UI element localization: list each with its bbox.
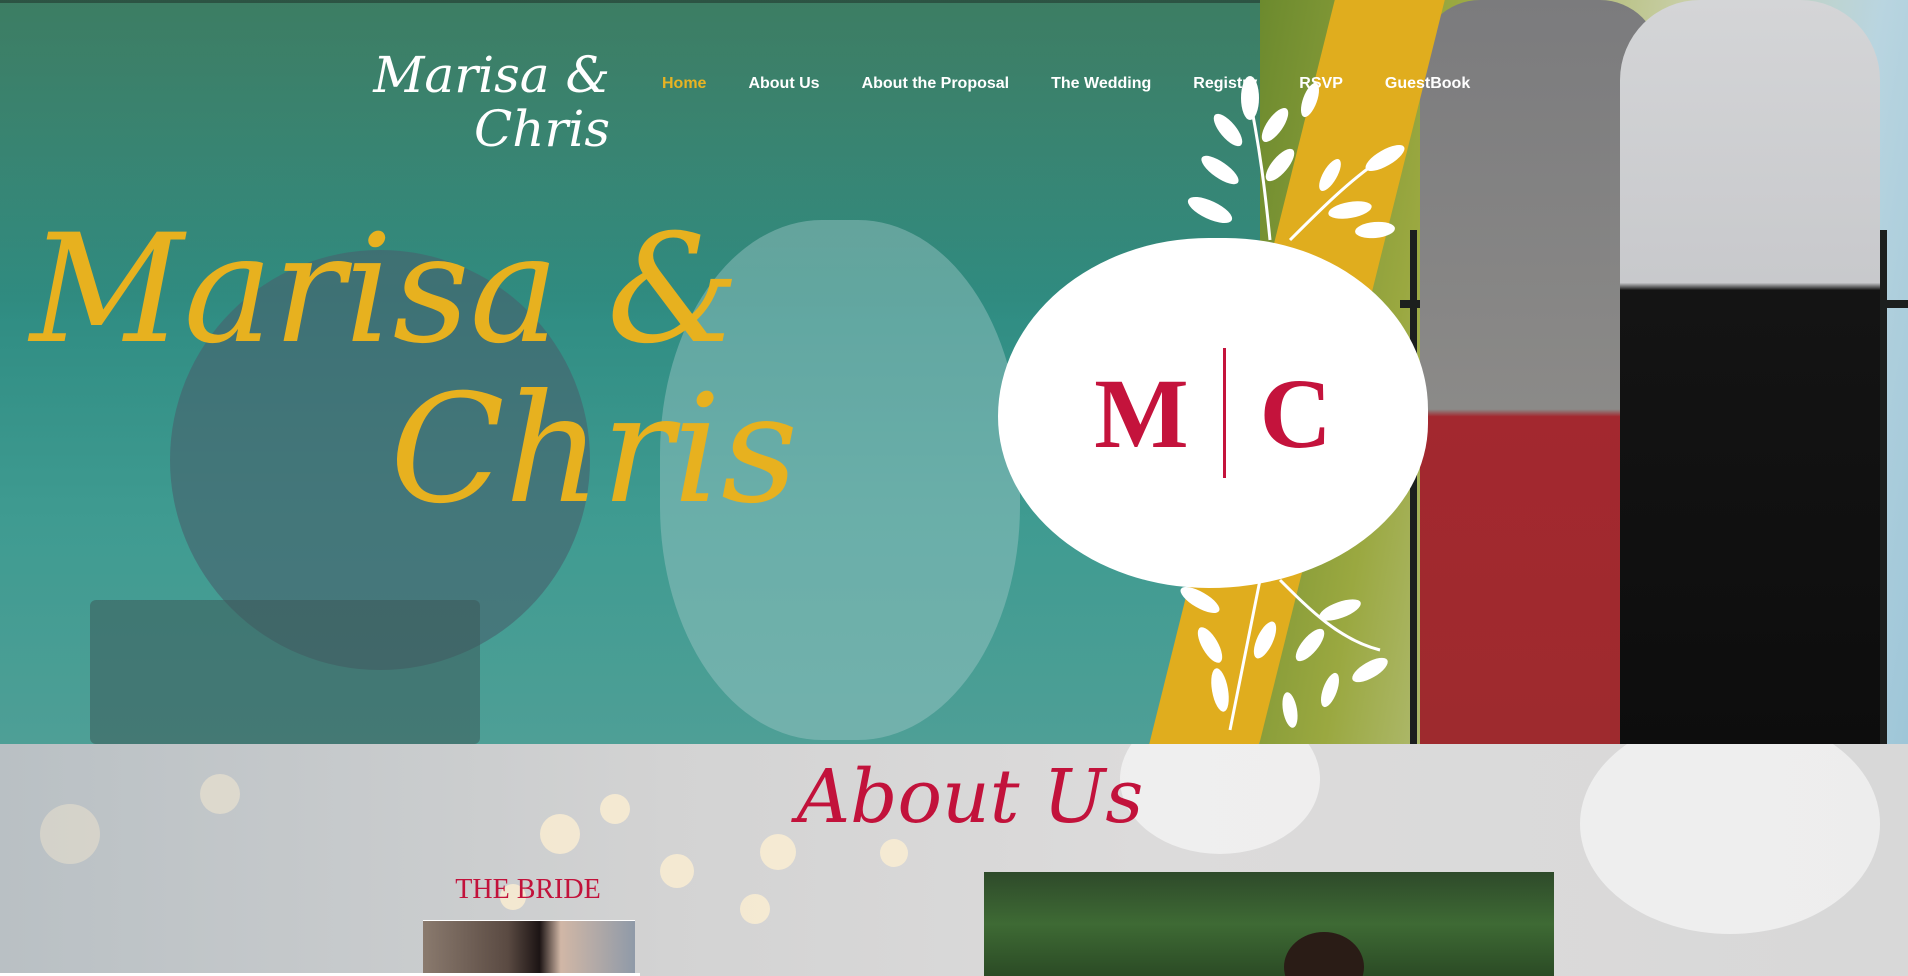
site-logo-line1: Marisa & [373,46,610,104]
bokeh-light [540,814,580,854]
hero-title: Marisa & Chris [30,210,830,530]
bokeh-light [880,839,908,867]
about-section: About Us THE BRIDE [0,744,1908,976]
nav-item-about-the-proposal[interactable]: About the Proposal [862,75,1010,93]
bride-photo [423,920,635,976]
bokeh-light [660,854,694,888]
bokeh-light [740,894,770,924]
site-logo[interactable]: Marisa & Chris [360,48,610,156]
nav-item-guestbook[interactable]: GuestBook [1385,75,1470,93]
groom-photo [984,872,1554,976]
about-title: About Us [796,754,1144,840]
nav-item-the-wedding[interactable]: The Wedding [1051,75,1151,93]
nav-item-registry[interactable]: Registry [1193,75,1257,93]
bokeh-light [40,804,100,864]
site-logo-line2: Chris [473,100,610,158]
monogram-letter-right: C [1259,357,1332,469]
nav-item-rsvp[interactable]: RSVP [1299,75,1343,93]
background-photo-crate [90,600,480,744]
monogram-badge: M C [998,238,1428,588]
monogram-divider [1222,348,1226,478]
fence-bar [1410,230,1417,744]
leaf-wreath-top-icon [1187,76,1405,242]
background-flower [1120,744,1320,854]
monogram-letter-left: M [1094,357,1189,469]
bride-label: THE BRIDE [455,874,601,905]
bokeh-light [200,774,240,814]
hero-section: M C Marisa & Chris Home About Us About t… [0,0,1908,744]
background-flower [1580,744,1880,934]
photo-person-bride [1620,0,1880,744]
nav-item-about-us[interactable]: About Us [748,75,819,93]
groom-photo-subject [1284,932,1364,976]
fence-bar [1880,230,1887,744]
main-nav: Home About Us About the Proposal The Wed… [662,75,1512,93]
nav-item-home[interactable]: Home [662,75,706,93]
bokeh-light [600,794,630,824]
hero-title-line2: Chris [390,363,799,537]
hero-title-line1: Marisa & [30,203,741,377]
leaf-wreath-bottom-icon [1180,578,1388,731]
